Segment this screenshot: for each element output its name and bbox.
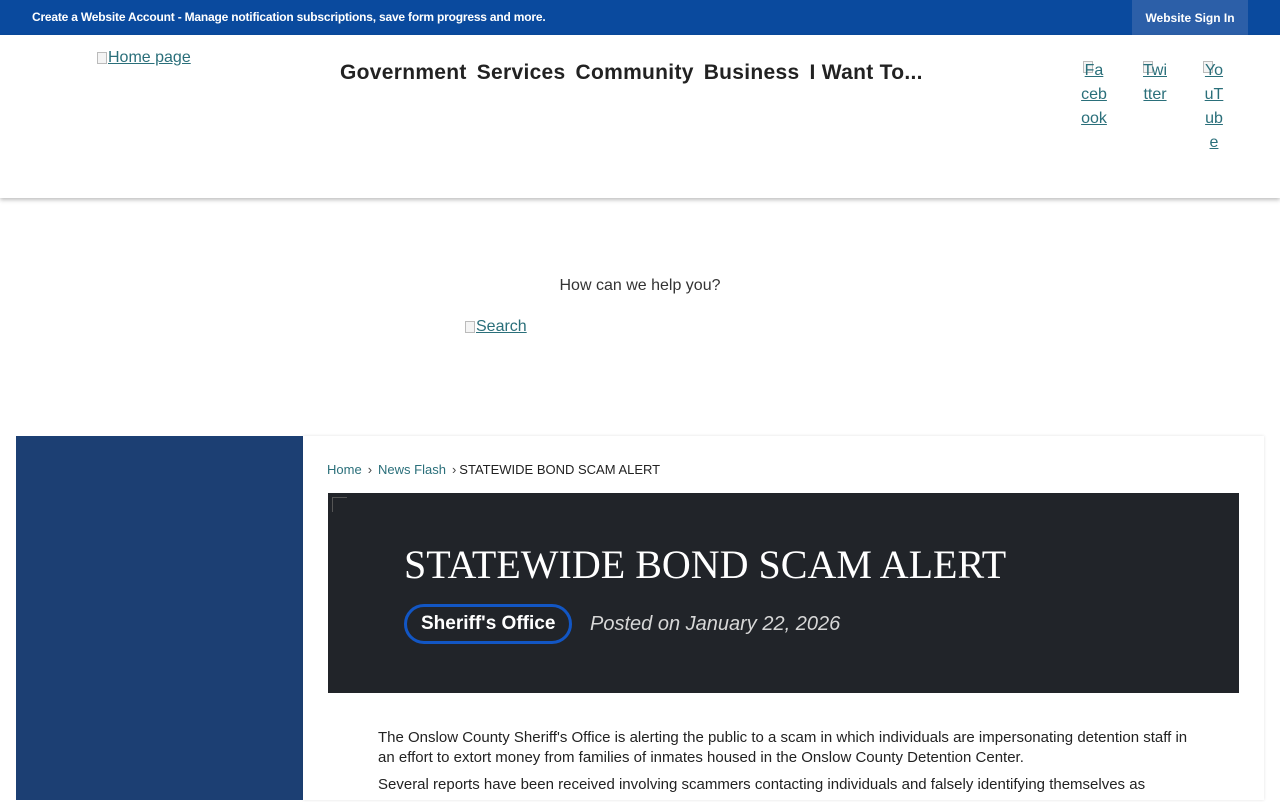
breadcrumb-current: STATEWIDE BOND SCAM ALERT	[459, 462, 661, 477]
nav-item-government[interactable]: Government	[340, 61, 467, 85]
twitter-link[interactable]: Twitter	[1141, 61, 1169, 107]
search-button[interactable]: Search	[465, 318, 527, 336]
home-page-logo-alt: Home page	[108, 49, 191, 66]
home-page-logo-link[interactable]: Home page	[97, 49, 191, 67]
article-title: STATEWIDE BOND SCAM ALERT	[404, 542, 1007, 587]
posted-date: Posted on January 22, 2026	[590, 613, 841, 635]
article-body: The Onslow County Sheriff's Office is al…	[378, 728, 1198, 802]
nav-item-business[interactable]: Business	[704, 61, 800, 85]
article-hero-banner: STATEWIDE BOND SCAM ALERT Sheriff's Offi…	[328, 493, 1239, 693]
facebook-link[interactable]: Facebook	[1081, 61, 1107, 131]
article-paragraph: Several reports have been received invol…	[378, 776, 1146, 793]
breadcrumb-news-flash-link[interactable]: News Flash	[378, 462, 446, 477]
broken-image-icon	[97, 52, 107, 64]
breadcrumb-separator: ›	[367, 462, 373, 477]
hero-broken-image-icon	[332, 497, 347, 512]
search-prompt: How can we help you?	[559, 277, 721, 294]
youtube-alt-text: YouTube	[1204, 62, 1224, 151]
search-icon	[465, 321, 475, 333]
breadcrumb: Home › News Flash › STATEWIDE BOND SCAM …	[327, 462, 660, 477]
nav-item-i-want-to[interactable]: I Want To...	[810, 61, 923, 85]
nav-item-services[interactable]: Services	[477, 61, 566, 85]
twitter-alt-text: Twitter	[1143, 62, 1167, 103]
main-navigation: Government Services Community Business I…	[340, 61, 923, 85]
facebook-alt-text: Facebook	[1081, 62, 1107, 127]
breadcrumb-home-link[interactable]: Home	[327, 462, 362, 477]
breadcrumb-separator: ›	[451, 462, 457, 477]
website-sign-in-button[interactable]: Website Sign In	[1132, 0, 1248, 35]
top-account-bar: Create a Website Account - Manage notifi…	[0, 0, 1280, 35]
create-account-link[interactable]: Create a Website Account - Manage notifi…	[32, 10, 546, 24]
category-badge[interactable]: Sheriff's Office	[404, 604, 573, 644]
youtube-link[interactable]: YouTube	[1201, 61, 1227, 155]
main-content: Home › News Flash › STATEWIDE BOND SCAM …	[303, 436, 1264, 800]
sidebar-panel	[16, 436, 303, 800]
article-paragraph: The Onslow County Sheriff's Office is al…	[378, 729, 1188, 766]
nav-item-community[interactable]: Community	[576, 61, 694, 85]
search-button-alt: Search	[476, 318, 527, 335]
site-header: Home page Government Services Community …	[0, 35, 1280, 198]
